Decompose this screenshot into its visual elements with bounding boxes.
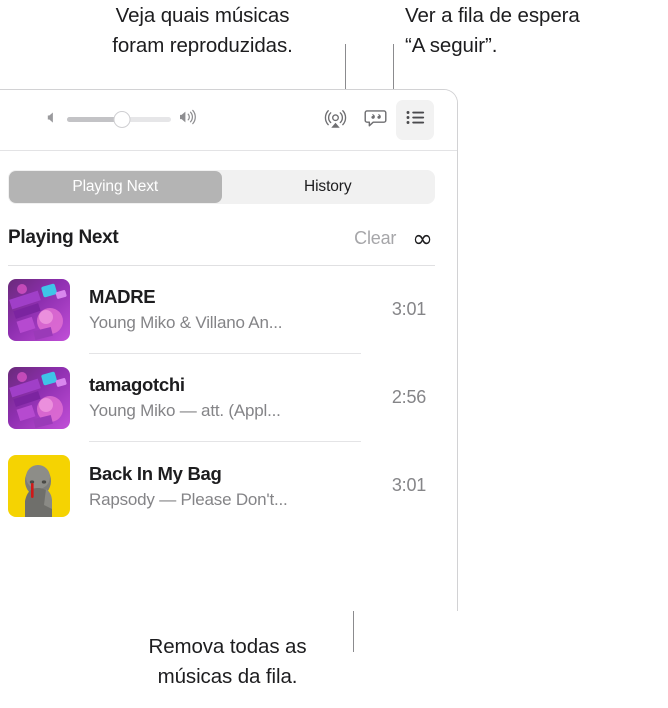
track-text: MADRE Young Miko & Villano An... xyxy=(89,266,361,354)
album-artwork xyxy=(8,455,70,517)
track-text: Back In My Bag Rapsody — Please Don't... xyxy=(89,442,361,530)
table-row[interactable]: tamagotchi Young Miko — att. (Appl... 2:… xyxy=(8,354,457,442)
speaker-low-icon xyxy=(45,110,60,130)
queue-button[interactable] xyxy=(396,100,434,140)
track-title: tamagotchi xyxy=(89,374,185,395)
screenshot-root: Veja quais músicas foram reproduzidas. V… xyxy=(0,0,668,708)
player-toolbar xyxy=(0,90,457,151)
airplay-button[interactable] xyxy=(316,100,354,140)
track-subtitle: Young Miko — att. (Appl... xyxy=(89,401,281,420)
callout-queue-text: Ver a fila de espera “A seguir”. xyxy=(405,4,580,57)
volume-slider-thumb[interactable] xyxy=(113,111,131,128)
music-queue-panel: Playing Next History Playing Next Clear … xyxy=(0,89,458,611)
track-subtitle: Young Miko & Villano An... xyxy=(89,313,283,332)
tab-playing-next[interactable]: Playing Next xyxy=(9,171,222,203)
tab-bar: Playing Next History xyxy=(8,170,435,204)
volume-slider[interactable] xyxy=(67,111,171,129)
table-row[interactable]: Back In My Bag Rapsody — Please Don't...… xyxy=(8,442,457,530)
track-duration: 2:56 xyxy=(391,387,427,407)
track-duration: 3:01 xyxy=(391,475,427,495)
table-row[interactable]: MADRE Young Miko & Villano An... 3:01 xyxy=(8,266,457,354)
tab-history-label: History xyxy=(303,178,352,195)
queue-track-list: MADRE Young Miko & Villano An... 3:01 ta… xyxy=(8,266,457,530)
tab-bar-container: Playing Next History xyxy=(0,151,457,204)
album-artwork xyxy=(8,279,70,341)
album-artwork xyxy=(8,367,70,429)
queue-list-icon xyxy=(403,105,428,135)
infinity-autoplay-icon[interactable]: ∞ xyxy=(412,226,433,251)
callout-clear-text: Remova todas as músicas da fila. xyxy=(148,635,307,688)
track-subtitle: Rapsody — Please Don't... xyxy=(89,489,288,509)
track-duration: 3:01 xyxy=(391,299,427,319)
tab-playing-next-label: Playing Next xyxy=(72,178,159,195)
callout-history-text: Veja quais músicas foram reproduzidas. xyxy=(112,4,293,57)
airplay-icon xyxy=(323,105,348,135)
tab-history[interactable]: History xyxy=(222,171,435,203)
section-title: Playing Next xyxy=(8,227,119,248)
clear-queue-button[interactable]: Clear xyxy=(354,228,396,249)
track-title: Back In My Bag xyxy=(89,462,222,484)
lyrics-quote-bubble-icon xyxy=(363,105,388,135)
toolbar-actions xyxy=(316,100,434,140)
section-header: Playing Next Clear ∞ xyxy=(8,222,435,266)
lyrics-button[interactable] xyxy=(356,100,394,140)
volume-control[interactable] xyxy=(45,109,200,130)
speaker-high-icon xyxy=(178,109,200,130)
track-title: MADRE xyxy=(89,286,156,307)
track-text: tamagotchi Young Miko — att. (Appl... xyxy=(89,354,361,442)
